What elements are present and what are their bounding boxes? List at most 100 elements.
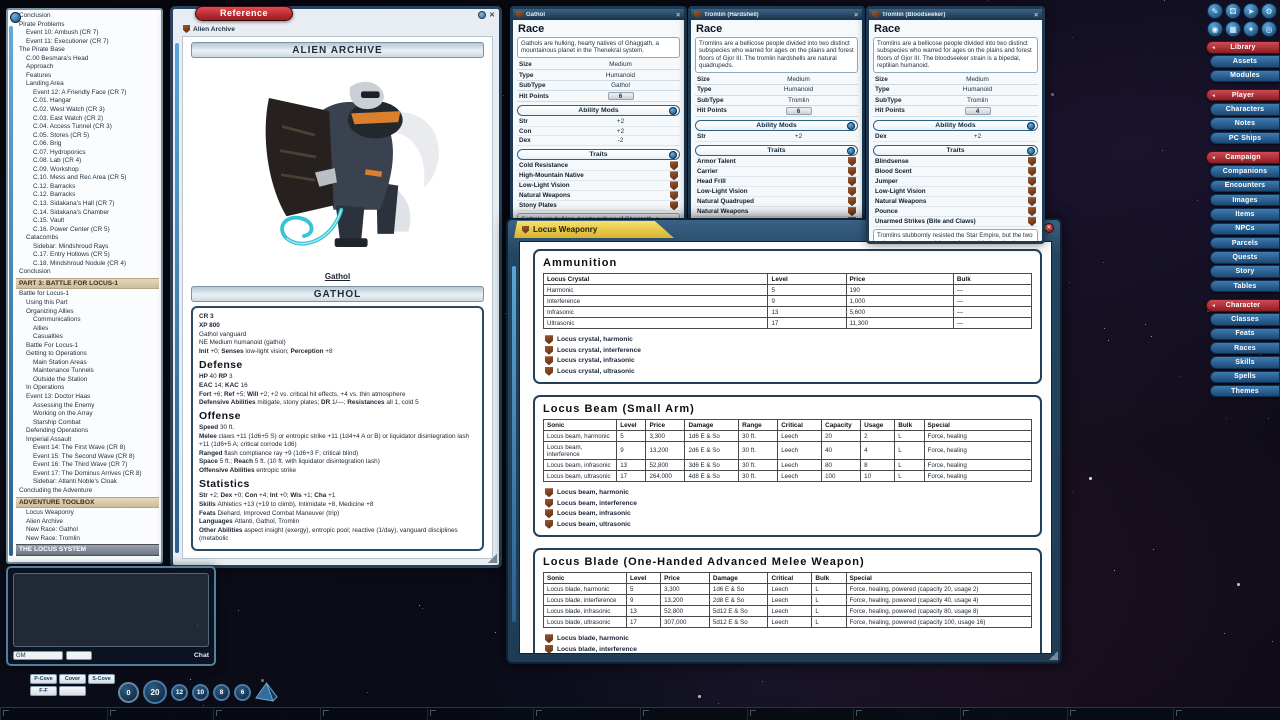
nav-item[interactable]: Working on the Array — [16, 410, 159, 419]
nav-item[interactable]: Locus Weaponry — [16, 509, 159, 518]
sidebar-button-pc-ships[interactable]: PC Ships — [1210, 132, 1280, 145]
image-caption-link[interactable]: Gathol — [183, 272, 492, 281]
chat-mode-field[interactable] — [66, 651, 92, 661]
token-icon[interactable]: ◉ — [1207, 21, 1223, 37]
expand-icon[interactable] — [1027, 122, 1035, 130]
d12-die[interactable]: 12 — [171, 684, 188, 701]
nav-item[interactable]: C.00 Besmara's Head — [16, 55, 159, 64]
trait-row[interactable]: Head Frill — [695, 177, 858, 187]
nav-item[interactable]: Allies — [16, 325, 159, 334]
sidebar-button-feats[interactable]: Feats — [1210, 328, 1280, 341]
item-link[interactable]: Locus beam, infrasonic — [545, 509, 1032, 519]
nav-item[interactable]: In Operations — [16, 384, 159, 393]
lock-icon[interactable] — [478, 11, 486, 19]
trait-row[interactable]: Natural Weapons — [695, 207, 858, 217]
nav-item[interactable]: Event 17: The Dominus Arrives (CR 8) — [16, 470, 159, 479]
sidebar-button-spells[interactable]: Spells — [1210, 371, 1280, 384]
close-icon[interactable]: ✕ — [1044, 223, 1054, 233]
paint-icon[interactable]: ✎ — [1207, 3, 1223, 19]
modifier-button-blank[interactable] — [59, 686, 86, 696]
nav-item[interactable]: C.17. Entry Hollows (CR 5) — [16, 251, 159, 260]
nav-item[interactable]: C.14. Sidakana's Chamber — [16, 209, 159, 218]
window-titlebar[interactable]: Tromlin (Hardshell)✕ — [691, 9, 862, 20]
nav-item[interactable]: C.18. Mindshroud Nodule (CR 4) — [16, 260, 159, 269]
nav-item[interactable]: Event 10: Ambush (CR 7) — [16, 29, 159, 38]
radial-menu-button[interactable] — [10, 12, 21, 23]
creature-image[interactable] — [193, 62, 482, 272]
trait-row[interactable]: Low-Light Vision — [873, 187, 1038, 197]
nav-item[interactable]: Casualties — [16, 333, 159, 342]
speaker-field[interactable]: GM — [13, 651, 63, 661]
trait-row[interactable]: Pounce — [873, 207, 1038, 217]
sidebar-button-images[interactable]: Images — [1210, 194, 1280, 207]
modifier-button-cover[interactable]: Cover — [59, 674, 86, 684]
sidebar-button-themes[interactable]: Themes — [1210, 385, 1280, 398]
sidebar-button-story[interactable]: Story — [1210, 265, 1280, 278]
sidebar-button-skills[interactable]: Skills — [1210, 356, 1280, 369]
nav-item[interactable]: Sidebar: Atlanti Noble's Cloak — [16, 478, 159, 487]
hotbar-slot[interactable] — [107, 708, 214, 720]
nav-item[interactable]: C.04. Access Tunnel (CR 3) — [16, 123, 159, 132]
item-link[interactable]: Locus beam, interference — [545, 499, 1032, 509]
modifier-button-p-cove[interactable]: P-Cove — [30, 674, 57, 684]
nav-item[interactable]: C.12. Barracks — [16, 191, 159, 200]
hotbar-slot[interactable] — [640, 708, 747, 720]
sidebar-button-modules[interactable]: Modules — [1210, 70, 1280, 83]
breadcrumb[interactable]: Alien Archive — [183, 25, 235, 33]
sidebar-button-characters[interactable]: Characters — [1210, 103, 1280, 116]
modifier-button-f-f[interactable]: F-F — [30, 686, 57, 696]
nav-item[interactable]: Landing Area — [16, 80, 159, 89]
sidebar-button-classes[interactable]: Classes — [1210, 313, 1280, 326]
gear-icon[interactable]: ⚙ — [1261, 3, 1277, 19]
sidebar-button-player[interactable]: ◄Player — [1206, 89, 1280, 102]
item-link[interactable]: Locus blade, harmonic — [545, 634, 1032, 644]
hotbar-slot[interactable] — [853, 708, 960, 720]
d8-die[interactable]: 8 — [213, 684, 230, 701]
nav-item[interactable]: C.12. Barracks — [16, 183, 159, 192]
trait-row[interactable]: Cold Resistance — [517, 161, 680, 171]
item-link[interactable]: Locus beam, harmonic — [545, 488, 1032, 498]
hotbar-slot[interactable] — [427, 708, 534, 720]
trait-row[interactable]: Carrier — [695, 167, 858, 177]
nav-item[interactable]: Catacombs — [16, 234, 159, 243]
grid-icon[interactable]: ▦ — [1225, 21, 1241, 37]
sidebar-button-library[interactable]: ◄Library — [1206, 41, 1280, 54]
item-link[interactable]: Locus crystal, infrasonic — [545, 356, 1032, 366]
nav-item[interactable]: Using this Part — [16, 299, 159, 308]
hotbar-slot[interactable] — [960, 708, 1067, 720]
nav-item[interactable]: Conclusion — [16, 12, 159, 21]
nav-item[interactable]: Main Station Areas — [16, 359, 159, 368]
d10-die[interactable]: 10 — [192, 684, 209, 701]
sidebar-button-races[interactable]: Races — [1210, 342, 1280, 355]
nav-item[interactable]: Pirate Problems — [16, 21, 159, 30]
nav-item[interactable]: C.15. Vault — [16, 217, 159, 226]
nav-item[interactable]: C.07. Hydroponics — [16, 149, 159, 158]
sidebar-button-notes[interactable]: Notes — [1210, 117, 1280, 130]
dice-icon[interactable]: ⚄ — [1225, 3, 1241, 19]
nav-item[interactable]: The Pirate Base — [16, 46, 159, 55]
trait-row[interactable]: Natural Weapons — [517, 191, 680, 201]
nav-item[interactable]: C.06. Brig — [16, 140, 159, 149]
hotbar-slot[interactable] — [747, 708, 854, 720]
expand-icon[interactable] — [1027, 147, 1035, 155]
nav-item[interactable]: Features — [16, 72, 159, 81]
sidebar-button-items[interactable]: Items — [1210, 208, 1280, 221]
close-icon[interactable]: ✕ — [489, 11, 495, 19]
sidebar-button-assets[interactable]: Assets — [1210, 55, 1280, 68]
nav-item[interactable]: Event 16: The Third Wave (CR 7) — [16, 461, 159, 470]
nav-item[interactable]: C.13. Sidakana's Hall (CR 7) — [16, 200, 159, 209]
nav-item[interactable]: C.09. Workshop — [16, 166, 159, 175]
trait-row[interactable]: Blood Scent — [873, 167, 1038, 177]
trait-row[interactable]: Low-Light Vision — [695, 187, 858, 197]
nav-item[interactable]: C.01. Hangar — [16, 97, 159, 106]
sidebar-button-quests[interactable]: Quests — [1210, 251, 1280, 264]
trait-row[interactable]: Natural Weapons — [873, 197, 1038, 207]
nav-item[interactable]: Event 13: Doctor Haas — [16, 393, 159, 402]
nav-item[interactable]: Event 12: A Friendly Face (CR 7) — [16, 89, 159, 98]
resize-grip[interactable] — [1049, 651, 1058, 660]
trait-row[interactable]: Natural Quadruped — [695, 197, 858, 207]
nav-item[interactable]: Alien Archive — [16, 518, 159, 527]
nav-item[interactable]: Organizing Allies — [16, 308, 159, 317]
chat-log[interactable] — [13, 573, 209, 647]
nav-item[interactable]: Defending Operations — [16, 427, 159, 436]
